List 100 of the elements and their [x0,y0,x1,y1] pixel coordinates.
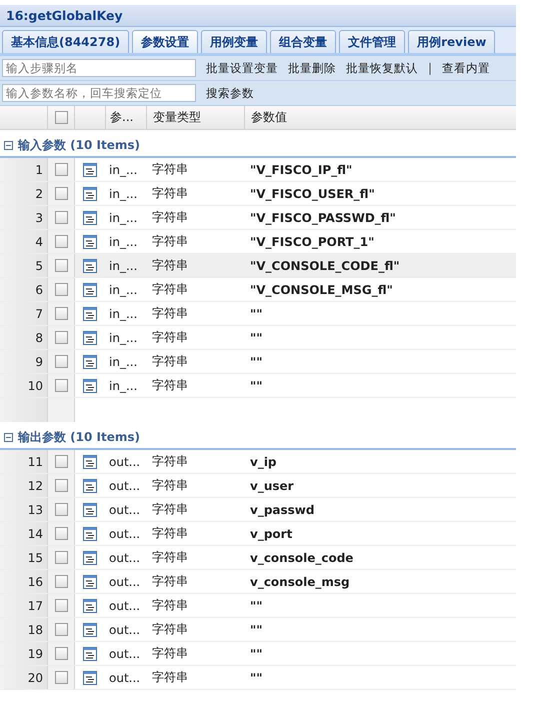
toolbar-link[interactable]: 批量删除 [288,60,336,76]
table-row[interactable]: 11 out... 字符串 v_ip [0,450,516,474]
list-icon[interactable] [83,258,97,272]
table-cell: 字符串 [152,234,188,248]
checkbox[interactable] [54,211,68,224]
table-row[interactable]: 3 in_... 字符串 "V_FISCO_PASSWD_fl" [0,206,516,230]
checkbox[interactable] [54,235,68,248]
row-number: 6 [0,278,48,301]
list-icon[interactable] [83,210,97,224]
row-number: 10 [0,374,48,397]
table-row[interactable]: 13 out... 字符串 v_passwd [0,498,516,522]
table-row[interactable]: 14 out... 字符串 v_port [0,522,516,546]
row-number: 7 [0,302,48,325]
table-cell: 字符串 [152,258,188,272]
checkbox[interactable] [54,623,68,636]
table-cell: "V_FISCO_PORT_1" [250,234,374,248]
tab[interactable]: 用例变量 [201,30,268,53]
list-icon[interactable] [83,306,97,320]
row-number: 18 [0,618,48,641]
tab[interactable]: 用例review [408,30,496,53]
table-row[interactable]: 6 in_... 字符串 "V_CONSOLE_MSG_fl" [0,278,516,302]
checkbox[interactable] [54,331,68,344]
checkbox[interactable] [54,575,68,588]
table-cell: in_... [109,186,138,200]
list-icon[interactable] [83,378,97,392]
list-icon[interactable] [83,354,97,368]
checkbox[interactable] [54,259,68,272]
list-icon[interactable] [83,330,97,344]
list-icon[interactable] [83,162,97,176]
list-icon[interactable] [83,550,97,564]
checkbox[interactable] [54,671,68,684]
table-row[interactable]: 15 out... 字符串 v_console_code [0,546,516,570]
collapse-icon[interactable] [4,140,13,150]
table-row[interactable]: 5 in_... 字符串 "V_CONSOLE_CODE_fl" [0,254,516,278]
tab[interactable]: 文件管理 [339,30,406,53]
checkbox[interactable] [54,283,68,296]
table-row[interactable]: 19 out... 字符串 "" [0,642,516,666]
checkbox[interactable] [54,527,68,540]
checkbox[interactable] [54,379,68,392]
alias-field[interactable]: 输入步骤别名 [2,59,196,77]
search-field[interactable]: 输入参数名称，回车搜索定位 [2,84,196,102]
table-cell: 字符串 [152,478,188,492]
checkbox[interactable] [54,111,68,124]
table-cell: 字符串 [152,378,188,392]
list-icon[interactable] [83,646,97,660]
table-row[interactable]: 17 out... 字符串 "" [0,594,516,618]
tab[interactable]: 参数设置 [132,30,198,53]
table-cell: v_port [250,526,292,540]
table-row[interactable]: 18 out... 字符串 "" [0,618,516,642]
list-icon[interactable] [83,454,97,468]
tab[interactable]: 基本信息(844278) [2,30,130,53]
table-row[interactable]: 20 out... 字符串 "" [0,666,516,690]
list-icon[interactable] [83,622,97,636]
checkbox[interactable] [54,455,68,468]
checkbox[interactable] [54,551,68,564]
checkbox[interactable] [54,503,68,516]
checkbox[interactable] [54,479,68,492]
row-number: 17 [0,594,48,617]
table-cell: out... [109,454,140,468]
table-row[interactable]: 1 in_... 字符串 "V_FISCO_IP_fl" [0,158,516,182]
list-icon[interactable] [83,186,97,200]
list-icon[interactable] [83,502,97,516]
table-row[interactable]: 2 in_... 字符串 "V_FISCO_USER_fl" [0,182,516,206]
toolbar-link[interactable]: 批量恢复默认 [346,60,418,76]
table-cell: v_console_code [250,550,354,564]
row-number: 9 [0,350,48,373]
table-row[interactable]: 9 in_... 字符串 "" [0,350,516,374]
checkbox[interactable] [54,647,68,660]
column-header[interactable]: 参数值 [245,106,516,129]
table-row[interactable]: 16 out... 字符串 v_console_msg [0,570,516,594]
table-row[interactable]: 12 out... 字符串 v_user [0,474,516,498]
list-icon[interactable] [83,598,97,612]
checkbox[interactable] [54,187,68,200]
search-button[interactable]: 搜索参数 [206,86,254,100]
tab[interactable]: 组合变量 [270,30,336,53]
toolbar-link[interactable]: 批量设置变量 [206,60,278,76]
checkbox[interactable] [54,163,68,176]
table-cell: out... [109,598,140,612]
list-icon[interactable] [83,282,97,296]
checkbox[interactable] [54,355,68,368]
list-icon[interactable] [83,526,97,540]
row-number: 1 [0,158,48,181]
table-row[interactable]: 8 in_... 字符串 "" [0,326,516,350]
table-cell: 字符串 [152,622,188,636]
checkbox[interactable] [54,307,68,320]
table-cell: 字符串 [152,670,188,684]
table-row[interactable]: 10 in_... 字符串 "" [0,374,516,398]
column-header[interactable]: 变量类型 [147,106,245,129]
checkbox[interactable] [54,599,68,612]
list-icon[interactable] [83,574,97,588]
table-cell: 字符串 [152,330,188,344]
table-row[interactable]: 7 in_... 字符串 "" [0,302,516,326]
toolbar-link[interactable]: 查看内置 [442,60,490,76]
list-icon[interactable] [83,234,97,248]
list-icon[interactable] [83,478,97,492]
table-cell: "" [250,378,263,392]
column-header[interactable]: 参... [106,106,147,129]
collapse-icon[interactable] [4,432,13,442]
separator: | [428,61,432,75]
list-icon[interactable] [83,670,97,684]
